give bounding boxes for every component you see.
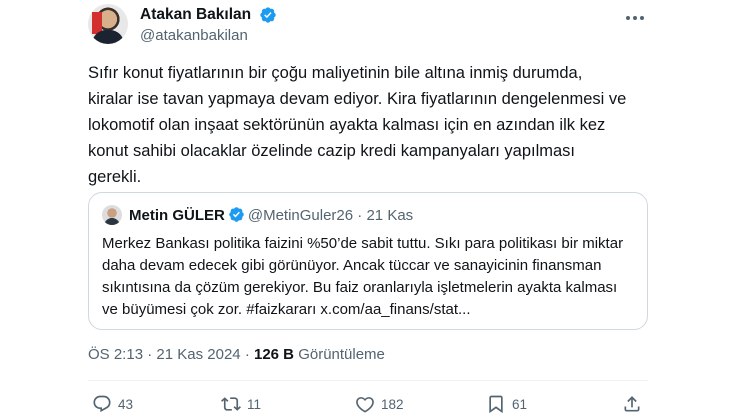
quoted-text: Merkez Bankası politika faizini %50’de s… (102, 235, 624, 318)
quoted-header: Metin GÜLER @MetinGuler26 · 21 Kas (129, 206, 413, 226)
reply-button[interactable]: 43 (92, 392, 133, 416)
tweet-header: Atakan Bakılan @atakanbakilan (88, 4, 648, 48)
views-count: 126 B (253, 346, 295, 363)
quoted-date: 21 Kas (366, 207, 414, 224)
retweet-button[interactable]: 11 (221, 392, 261, 416)
more-icon[interactable] (624, 8, 646, 28)
action-bar: 43 11 182 61 (88, 392, 648, 416)
retweet-icon (221, 397, 241, 411)
divider (88, 380, 648, 381)
author-display-name[interactable]: Atakan Bakılan (140, 5, 251, 25)
reply-icon (93, 395, 111, 413)
author-avatar[interactable] (88, 4, 128, 44)
reply-count: 43 (118, 396, 134, 412)
bookmark-count: 61 (512, 396, 528, 412)
share-icon (624, 396, 640, 412)
verified-badge-icon (229, 207, 244, 222)
quoted-author-avatar[interactable] (102, 205, 122, 225)
author-names: Atakan Bakılan @atakanbakilan (140, 5, 277, 46)
quoted-separator: · (357, 207, 363, 224)
verified-badge-icon (259, 7, 276, 23)
tweet: Atakan Bakılan @atakanbakilan Sıfır konu… (0, 0, 730, 420)
retweet-count: 11 (247, 396, 262, 412)
tweet-time[interactable]: ÖS 2:13 (88, 346, 143, 363)
like-count: 182 (381, 396, 404, 412)
quoted-display-name: Metin GÜLER (129, 207, 225, 224)
quoted-tweet[interactable]: Metin GÜLER @MetinGuler26 · 21 Kas Merke… (88, 192, 648, 330)
bookmark-icon (489, 395, 503, 414)
share-button[interactable] (622, 392, 648, 416)
meta-separator: · (244, 346, 250, 363)
views-label: Görüntüleme (298, 346, 385, 363)
bookmark-button[interactable]: 61 (486, 392, 527, 416)
like-icon (356, 397, 374, 413)
tweet-meta: ÖS 2:13 · 21 Kas 2024 · 126 B Görüntülem… (88, 345, 385, 365)
like-button[interactable]: 182 (355, 392, 404, 416)
author-handle[interactable]: @atakanbakilan (140, 26, 277, 46)
tweet-text: Sıfır konut fiyatlarının bir çoğu maliye… (88, 64, 627, 186)
tweet-date[interactable]: 21 Kas 2024 (156, 346, 240, 363)
meta-separator: · (147, 346, 153, 363)
quoted-handle: @MetinGuler26 (247, 207, 354, 224)
